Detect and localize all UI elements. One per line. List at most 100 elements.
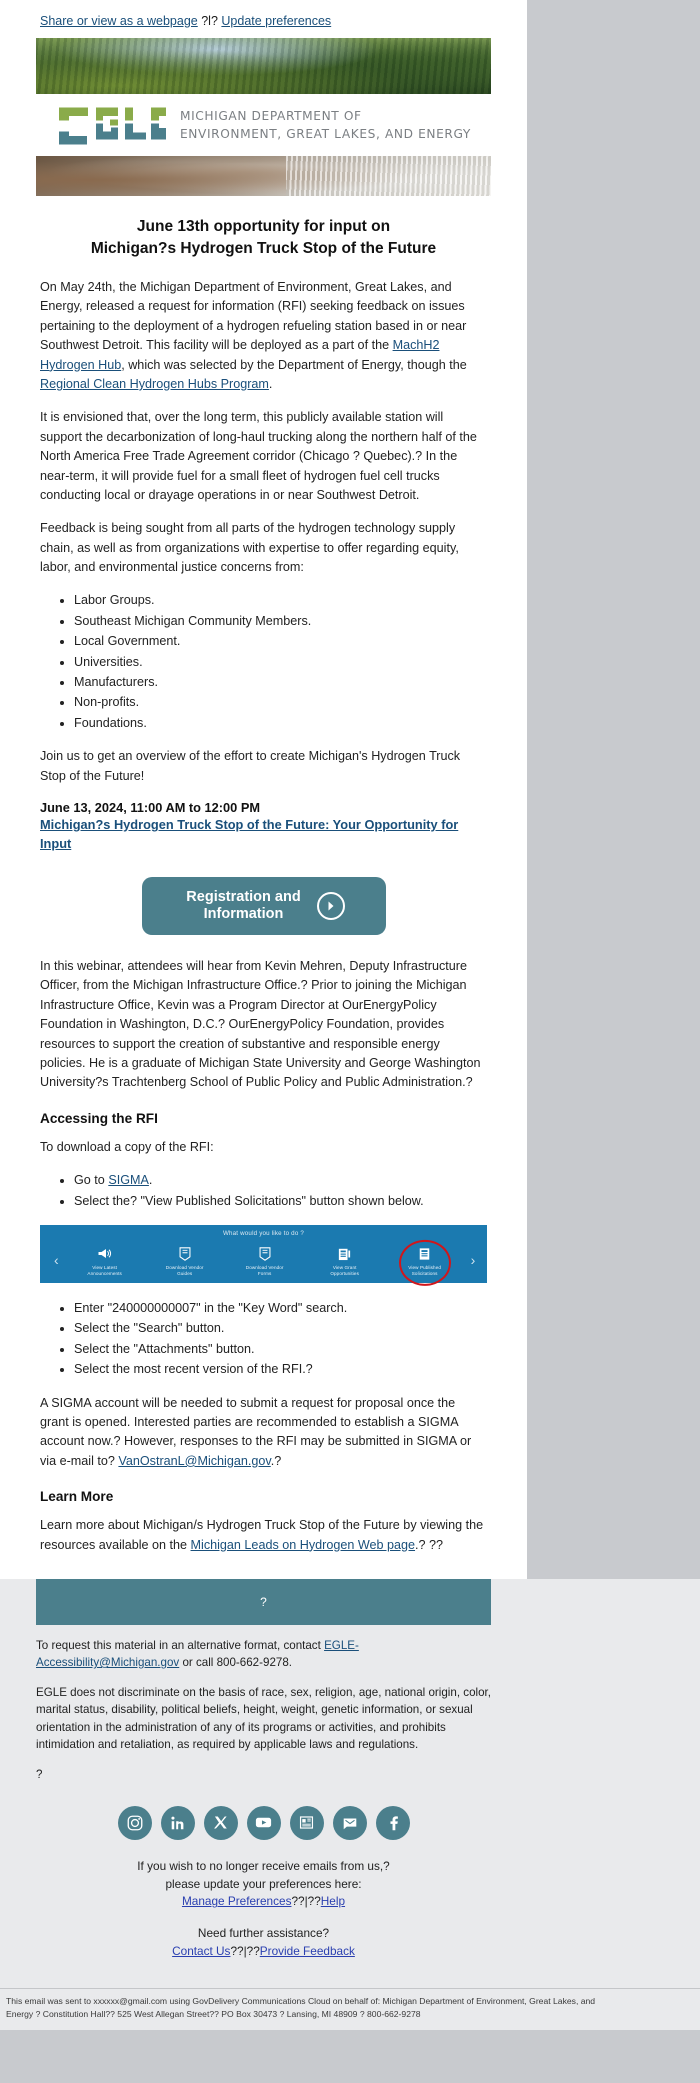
footer-inner: ? To request this material in an alterna…	[0, 1578, 527, 1979]
sigma-prev-arrow-icon[interactable]: ‹	[48, 1253, 65, 1279]
sigma-item-label: View Grant Opportunities	[305, 1265, 385, 1277]
sigma-toolbar-screenshot: What would you like to do ? ‹ View Lates…	[40, 1224, 487, 1287]
provide-feedback-link[interactable]: Provide Feedback	[260, 1944, 355, 1958]
event-title-link[interactable]: Michigan?s Hydrogen Truck Stop of the Fu…	[40, 816, 487, 853]
unsubscribe-line-1: If you wish to no longer receive emails …	[137, 1858, 390, 1873]
assistance-block: Need further assistance? Contact Us??|??…	[20, 1925, 507, 1960]
sigma-item-label: View Latest Announcements	[65, 1265, 145, 1277]
paragraph-learn-more: Learn more about Michigan/s Hydrogen Tru…	[40, 1516, 487, 1555]
paragraph-sigma-account-text-b: .?	[270, 1453, 282, 1468]
assistance-separator: ??|??	[230, 1943, 260, 1958]
paragraph-intro: On May 24th, the Michigan Department of …	[40, 278, 487, 394]
instagram-icon[interactable]	[117, 1805, 152, 1840]
email-icon[interactable]	[332, 1805, 367, 1840]
footer-stray-character: ?	[36, 1767, 43, 1781]
step-text-pre: Go to	[74, 1173, 109, 1188]
manage-preferences-link[interactable]: Manage Preferences	[182, 1894, 292, 1908]
article-content: June 13th opportunity for input on Michi…	[0, 216, 527, 1579]
registration-cta-wrapper: Registration and Information	[40, 877, 487, 936]
sigma-prompt-text: What would you like to do ?	[222, 1229, 305, 1237]
list-item: Select the "Search" button.	[74, 1319, 487, 1338]
footer-preferences-block: If you wish to no longer receive emails …	[0, 1856, 527, 1978]
michigan-leads-on-hydrogen-link[interactable]: Michigan Leads on Hydrogen Web page	[191, 1538, 416, 1552]
update-preferences-link[interactable]: Update preferences	[221, 14, 331, 28]
sigma-item-label: Download Vendor Guides	[145, 1265, 225, 1277]
list-item: Select the "Attachments" button.	[74, 1340, 487, 1359]
preferences-links: Manage Preferences??|??Help	[20, 1893, 507, 1911]
sigma-item-view-latest-announcements[interactable]: View Latest Announcements	[65, 1246, 145, 1279]
assistance-line: Need further assistance?	[197, 1926, 330, 1941]
list-item: Universities.	[74, 653, 487, 672]
facebook-icon[interactable]	[375, 1805, 410, 1840]
sigma-item-label-line-2: Forms	[257, 1270, 272, 1276]
paragraph-learn-more-text-b: .? ??	[415, 1537, 444, 1552]
list-item: Select the? "View Published Solicitation…	[74, 1192, 487, 1211]
linkedin-icon[interactable]	[160, 1805, 195, 1840]
footer-teal-band: ?	[36, 1578, 491, 1625]
preheader-bar: Share or view as a webpage ?l? Update pr…	[0, 0, 527, 38]
document-form-icon	[225, 1246, 305, 1262]
forest-banner-image	[36, 38, 491, 94]
social-links-row	[0, 1796, 527, 1856]
registration-button-label-line-2: Information	[203, 906, 284, 923]
sigma-item-view-grant-opportunities[interactable]: View Grant Opportunities	[305, 1246, 385, 1279]
section-heading-accessing-rfi: Accessing the RFI	[40, 1110, 158, 1126]
accessibility-text-pre: To request this material in an alternati…	[36, 1638, 325, 1652]
accessibility-text-post: or call 800-662-9278.	[179, 1656, 293, 1670]
email-card: Share or view as a webpage ?l? Update pr…	[0, 0, 527, 1579]
registration-button-label: Registration and Information	[186, 889, 300, 924]
help-link[interactable]: Help	[321, 1894, 345, 1908]
document-guide-icon	[145, 1246, 225, 1262]
department-name: MICHIGAN DEPARTMENT OF ENVIRONMENT, GREA…	[180, 108, 471, 143]
list-item: Enter "240000000007" in the "Key Word" s…	[74, 1299, 487, 1318]
list-item: Foundations.	[74, 714, 487, 733]
govdelivery-legal-text: This email was sent to xxxxxx@gmail.com …	[0, 1989, 700, 2030]
sigma-item-label-line-1: View Grant	[332, 1264, 357, 1270]
arrow-right-icon	[316, 892, 345, 921]
sigma-item-label-line-1: View Published	[408, 1264, 442, 1270]
paragraph-intro-text-c: .	[268, 376, 273, 391]
event-datetime: June 13, 2024, 11:00 AM to 12:00 PM	[40, 799, 261, 815]
sigma-item-label: Download Vendor Forms	[225, 1265, 305, 1277]
unsubscribe-line-2: please update your preferences here:	[165, 1876, 362, 1891]
page-title: June 13th opportunity for input on Michi…	[40, 216, 487, 260]
sigma-item-label-line-2: Announcements	[87, 1270, 122, 1276]
list-item: Non-profits.	[74, 693, 487, 712]
x-twitter-icon[interactable]	[203, 1805, 238, 1840]
accessibility-statement: To request this material in an alternati…	[36, 1637, 491, 1671]
contact-us-link[interactable]: Contact Us	[172, 1944, 230, 1958]
page-title-line-2: Michigan?s Hydrogen Truck Stop of the Fu…	[90, 240, 437, 257]
sigma-next-arrow-icon[interactable]: ›	[465, 1253, 482, 1279]
preheader-separator: ?l?	[201, 14, 218, 28]
megaphone-icon	[65, 1246, 145, 1262]
list-item: Local Government.	[74, 632, 487, 651]
waterfall-banner-image	[36, 156, 491, 196]
preferences-separator: ??|??	[291, 1894, 321, 1909]
sigma-item-download-vendor-guides[interactable]: Download Vendor Guides	[145, 1246, 225, 1279]
sigma-item-view-published-solicitations[interactable]: View Published Solicitations	[385, 1240, 465, 1287]
audience-list: Labor Groups. Southeast Michigan Communi…	[40, 591, 487, 733]
grant-opportunity-icon	[305, 1246, 385, 1262]
department-line-2: ENVIRONMENT, GREAT LAKES, AND ENERGY	[180, 127, 471, 141]
registration-and-information-button[interactable]: Registration and Information	[141, 877, 386, 936]
registration-button-label-line-1: Registration and	[186, 888, 301, 905]
list-item: Manufacturers.	[74, 673, 487, 692]
footer-legal-text: To request this material in an alternati…	[0, 1625, 527, 1783]
regional-clean-hydrogen-hubs-link[interactable]: Regional Clean Hydrogen Hubs Program	[40, 377, 269, 391]
youtube-icon[interactable]	[246, 1805, 281, 1840]
share-webpage-link[interactable]: Share or view as a webpage	[40, 14, 198, 28]
vanostranl-email-link[interactable]: VanOstranL@Michigan.gov	[118, 1454, 270, 1468]
sigma-item-label-line-2: Guides	[177, 1270, 193, 1276]
sigma-link[interactable]: SIGMA	[108, 1173, 149, 1187]
sigma-item-download-vendor-forms[interactable]: Download Vendor Forms	[225, 1246, 305, 1279]
list-item: Go to SIGMA.	[74, 1171, 487, 1190]
sigma-item-label-line-1: Download Vendor	[165, 1264, 204, 1270]
newsletter-icon[interactable]	[289, 1805, 324, 1840]
sigma-item-label-line-1: Download Vendor	[245, 1264, 284, 1270]
paragraph-intro-text-b: , which was selected by the Department o…	[121, 357, 467, 372]
rfi-steps-list-after: Enter "240000000007" in the "Key Word" s…	[40, 1299, 487, 1380]
list-item: Select the most recent version of the RF…	[74, 1360, 487, 1379]
department-line-1: MICHIGAN DEPARTMENT OF	[180, 109, 362, 124]
legal-line-1: This email was sent to xxxxxx@gmail.com …	[6, 1996, 596, 2007]
email-footer: ? To request this material in an alterna…	[0, 1578, 700, 2031]
